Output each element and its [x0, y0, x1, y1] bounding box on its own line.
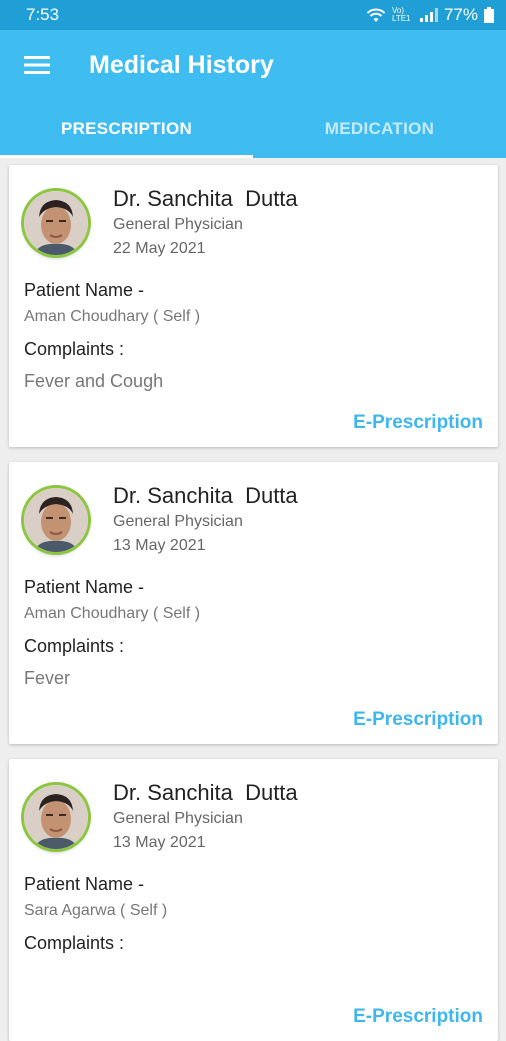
patient-name-label: Patient Name - [24, 577, 145, 597]
doctor-name: Dr. Sanchita Dutta [113, 483, 298, 508]
visit-date: 13 May 2021 [113, 537, 206, 554]
doctor-specialty: General Physician [113, 216, 243, 233]
doctor-avatar [24, 191, 88, 255]
status-bar: 7:53 Vo) LTE1 77% [0, 0, 506, 30]
patient-name: Sara Agarwa ( Self ) [24, 902, 168, 919]
complaints-label: Complaints : [24, 933, 125, 953]
status-time: 7:53 [26, 5, 60, 24]
complaints-value: Fever [24, 668, 71, 688]
app-bar: Medical History [0, 30, 506, 100]
doctor-name: Dr. Sanchita Dutta [113, 186, 298, 211]
patient-name-label: Patient Name - [24, 874, 145, 894]
prescription-card[interactable]: Dr. Sanchita Dutta General Physician 22 … [9, 165, 498, 447]
tab-bar: PRESCRIPTION MEDICATION [0, 100, 506, 158]
doctor-avatar [24, 488, 88, 552]
tab-medication[interactable]: MEDICATION [253, 100, 506, 158]
doctor-specialty: General Physician [113, 810, 243, 827]
e-prescription-link[interactable]: E-Prescription [353, 709, 483, 731]
tab-prescription[interactable]: PRESCRIPTION [0, 100, 253, 158]
complaints-label: Complaints : [24, 339, 125, 359]
patient-name: Aman Choudhary ( Self ) [24, 308, 201, 325]
hamburger-menu-icon[interactable] [20, 48, 54, 82]
doctor-avatar [24, 785, 88, 849]
page-title: Medical History [89, 50, 274, 79]
visit-date: 13 May 2021 [113, 834, 206, 851]
prescription-card[interactable]: Dr. Sanchita Dutta General Physician 13 … [9, 462, 498, 744]
battery-icon [484, 7, 494, 23]
e-prescription-link[interactable]: E-Prescription [353, 1006, 483, 1028]
doctor-specialty: General Physician [113, 513, 243, 530]
network-label: Vo) LTE1 [391, 6, 411, 23]
battery-percent: 77% [443, 5, 478, 24]
visit-date: 22 May 2021 [113, 240, 206, 257]
patient-name: Aman Choudhary ( Self ) [24, 605, 201, 622]
doctor-name: Dr. Sanchita Dutta [113, 780, 298, 805]
signal-icon [419, 8, 438, 22]
prescription-card[interactable]: Dr. Sanchita Dutta General Physician 13 … [9, 759, 498, 1041]
status-icons: Vo) LTE1 77% [366, 5, 494, 25]
complaints-value: Fever and Cough [24, 371, 164, 391]
wifi-icon [366, 8, 386, 22]
patient-name-label: Patient Name - [24, 280, 145, 300]
complaints-label: Complaints : [24, 636, 125, 656]
e-prescription-link[interactable]: E-Prescription [353, 412, 483, 434]
